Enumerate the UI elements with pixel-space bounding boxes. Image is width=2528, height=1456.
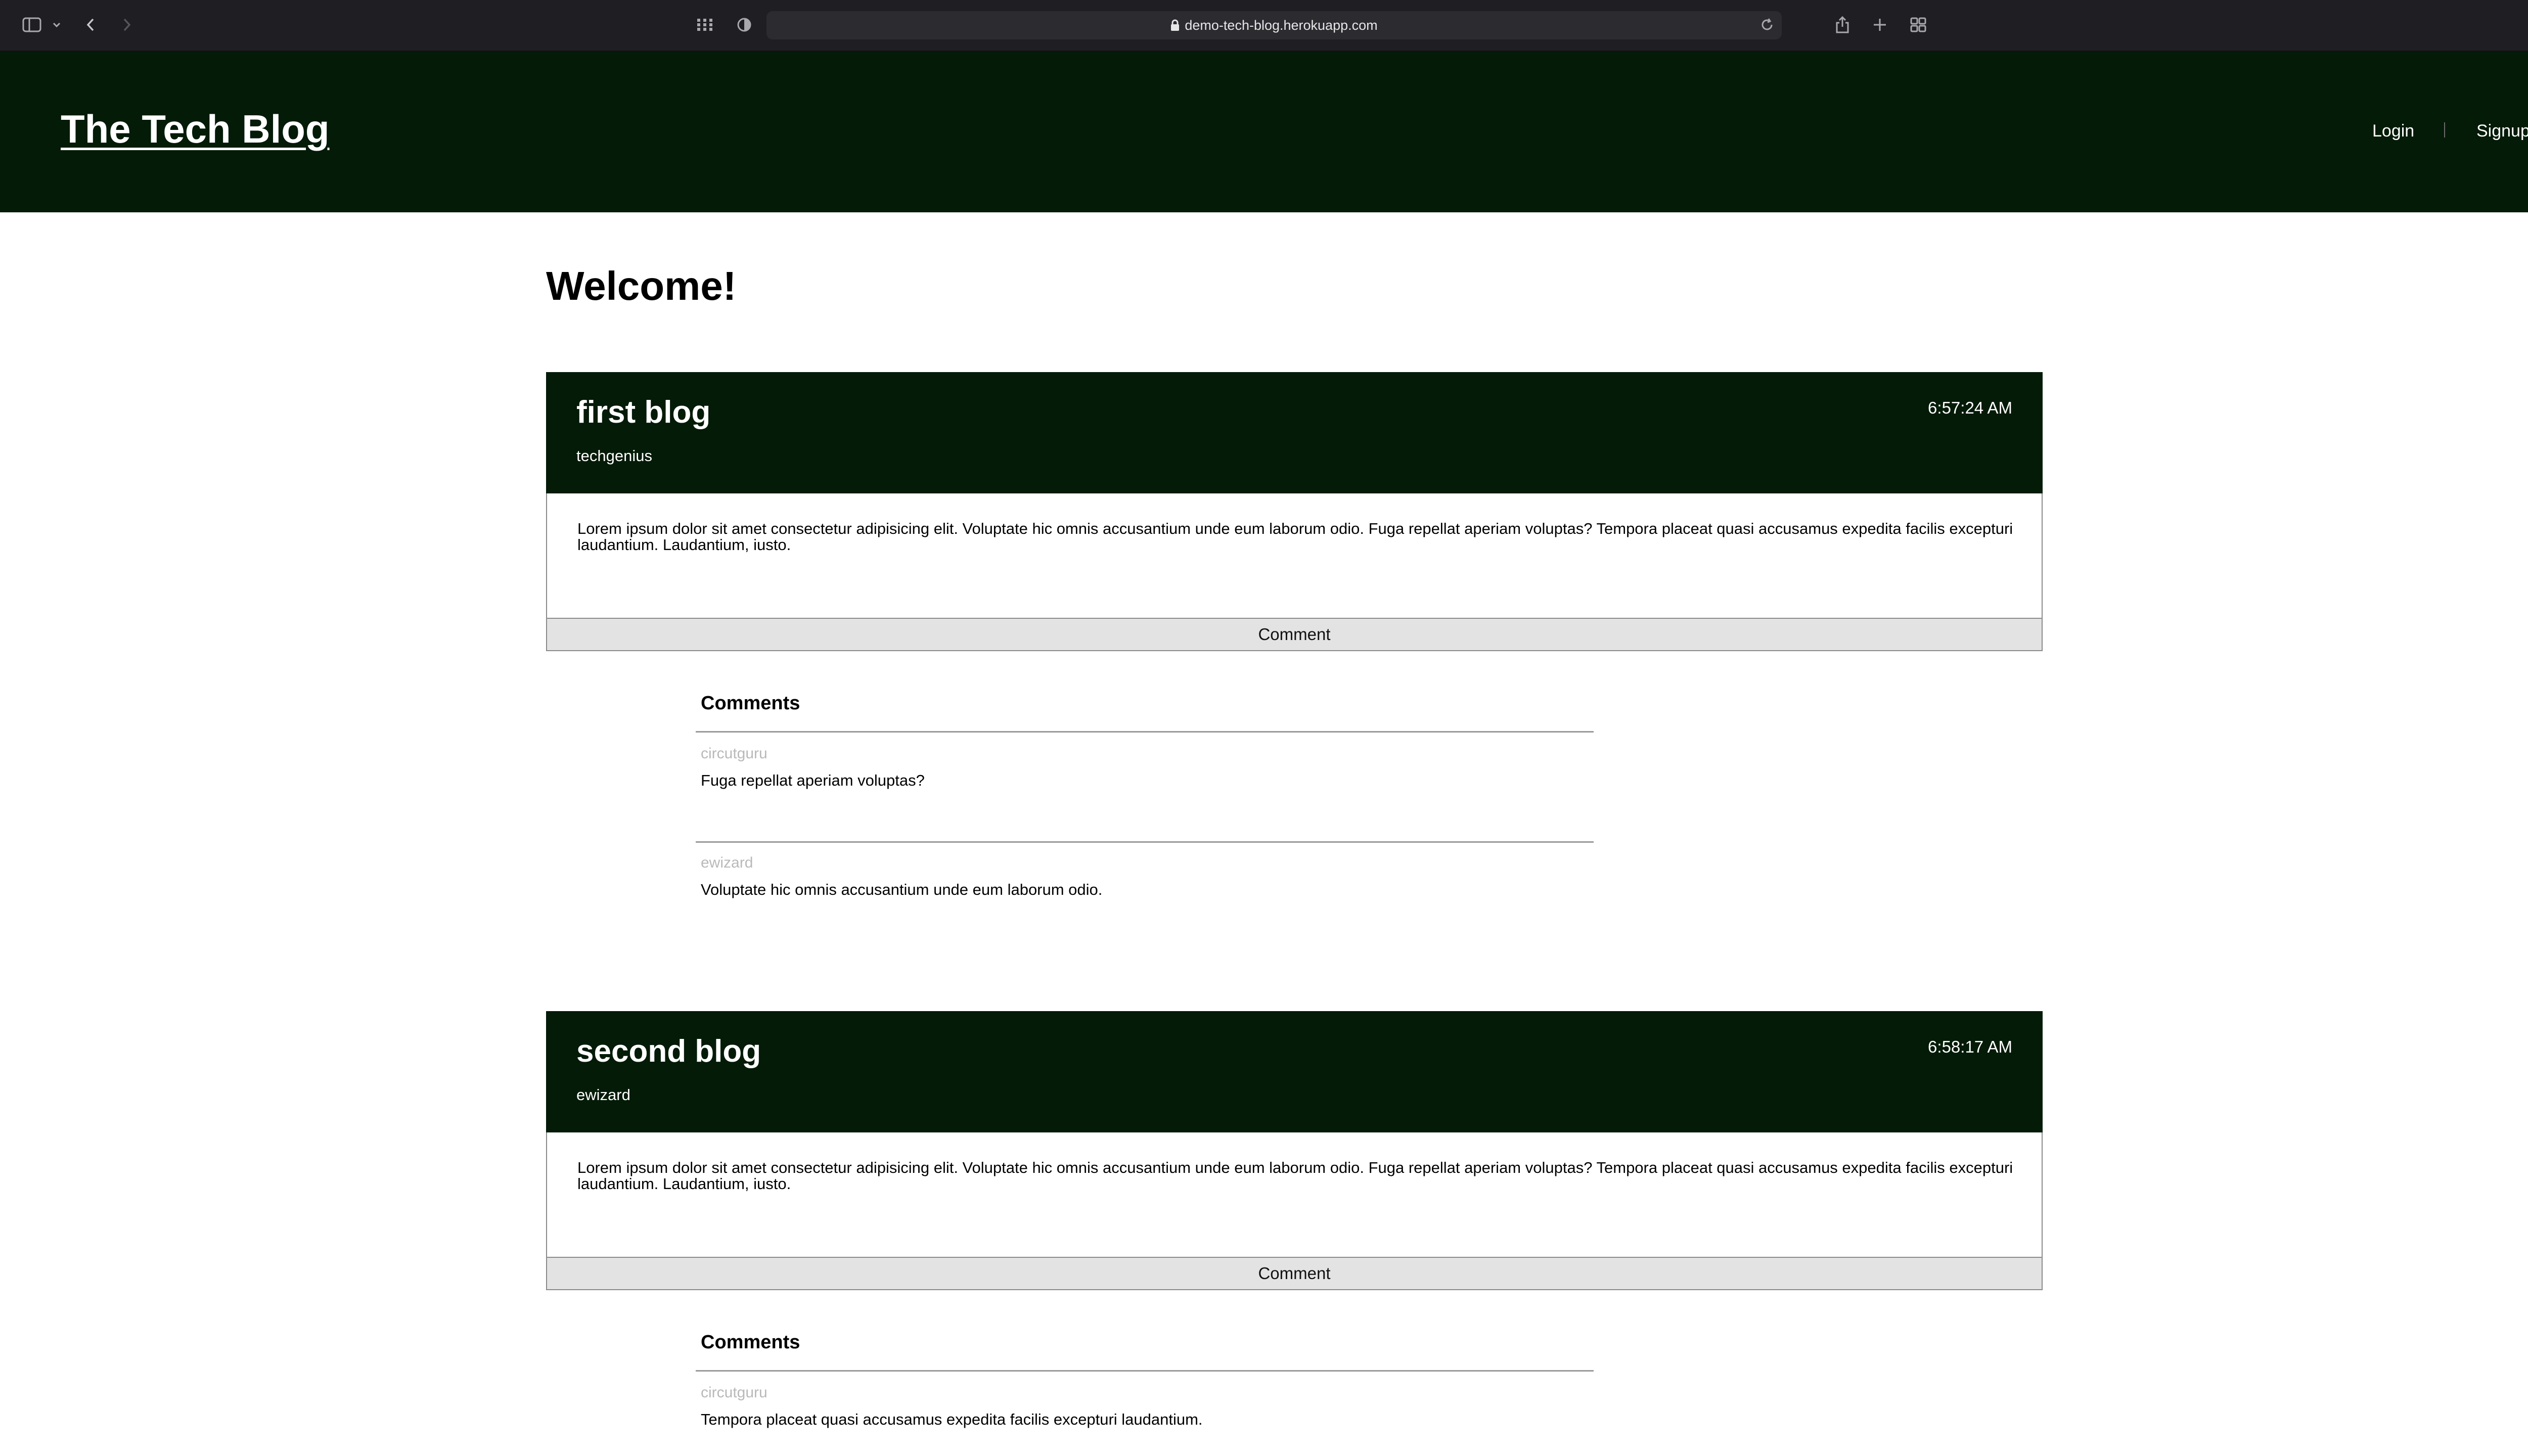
share-icon[interactable] (1832, 13, 1853, 36)
new-tab-icon[interactable] (1870, 13, 1890, 36)
blog-post: first blog techgenius 6:57:24 AM Lorem i… (546, 372, 2043, 651)
sidebar-toggle-icon[interactable] (20, 13, 43, 36)
site-header: The Tech Blog Login Signup (0, 52, 2528, 212)
comments-section: Comments circutguru Tempora placeat quas… (696, 1332, 1594, 1453)
divider (696, 731, 1594, 733)
post-header: first blog techgenius 6:57:24 AM (546, 372, 2043, 493)
grid-icon[interactable] (694, 13, 716, 36)
forward-icon[interactable] (119, 13, 134, 36)
lock-icon (1170, 19, 1180, 31)
signup-link[interactable]: Signup (2476, 121, 2528, 141)
post-body: Lorem ipsum dolor sit amet consectetur a… (546, 1132, 2043, 1257)
divider (696, 841, 1594, 843)
blog-post: second blog ewizard 6:58:17 AM Lorem ips… (546, 1011, 2043, 1290)
privacy-shield-icon[interactable] (734, 13, 754, 36)
post-timestamp: 6:58:17 AM (1928, 1037, 2012, 1056)
comment-text: Fuga repellat aperiam voluptas? (701, 771, 925, 789)
comment-button[interactable]: Comment (546, 1257, 2043, 1290)
comments-section: Comments circutguru Fuga repellat aperia… (696, 693, 1594, 905)
post-header: second blog ewizard 6:58:17 AM (546, 1011, 2043, 1132)
browser-toolbar: demo-tech-blog.herokuapp.com (0, 0, 2528, 52)
comment-author: circutguru (701, 745, 768, 762)
post-content: Lorem ipsum dolor sit amet consectetur a… (577, 520, 2013, 554)
post-title[interactable]: first blog (576, 394, 710, 430)
nav-divider (2444, 122, 2445, 138)
post-timestamp: 6:57:24 AM (1928, 398, 2012, 417)
page-title: Welcome! (546, 263, 737, 308)
url-text: demo-tech-blog.herokuapp.com (1185, 17, 1378, 33)
comment-author: ewizard (701, 854, 753, 871)
tab-overview-icon[interactable] (1907, 13, 1929, 36)
site-title-link[interactable]: The Tech Blog (61, 106, 330, 152)
divider (696, 1370, 1594, 1372)
comment-button[interactable]: Comment (546, 618, 2043, 651)
chevron-down-icon[interactable] (51, 13, 63, 36)
comments-heading: Comments (701, 1332, 800, 1353)
comment-text: Voluptate hic omnis accusantium unde eum… (701, 881, 1103, 898)
post-author: techgenius (576, 447, 652, 465)
post-author: ewizard (576, 1086, 630, 1104)
login-link[interactable]: Login (2372, 121, 2414, 141)
comment-text: Tempora placeat quasi accusamus expedita… (701, 1410, 1203, 1428)
address-bar[interactable]: demo-tech-blog.herokuapp.com (766, 11, 1782, 39)
post-body: Lorem ipsum dolor sit amet consectetur a… (546, 493, 2043, 618)
reload-icon[interactable] (1759, 17, 1775, 32)
back-icon[interactable] (83, 13, 98, 36)
comments-heading: Comments (701, 693, 800, 714)
post-title[interactable]: second blog (576, 1033, 761, 1069)
comment-author: circutguru (701, 1384, 768, 1401)
post-content: Lorem ipsum dolor sit amet consectetur a… (577, 1159, 2013, 1193)
